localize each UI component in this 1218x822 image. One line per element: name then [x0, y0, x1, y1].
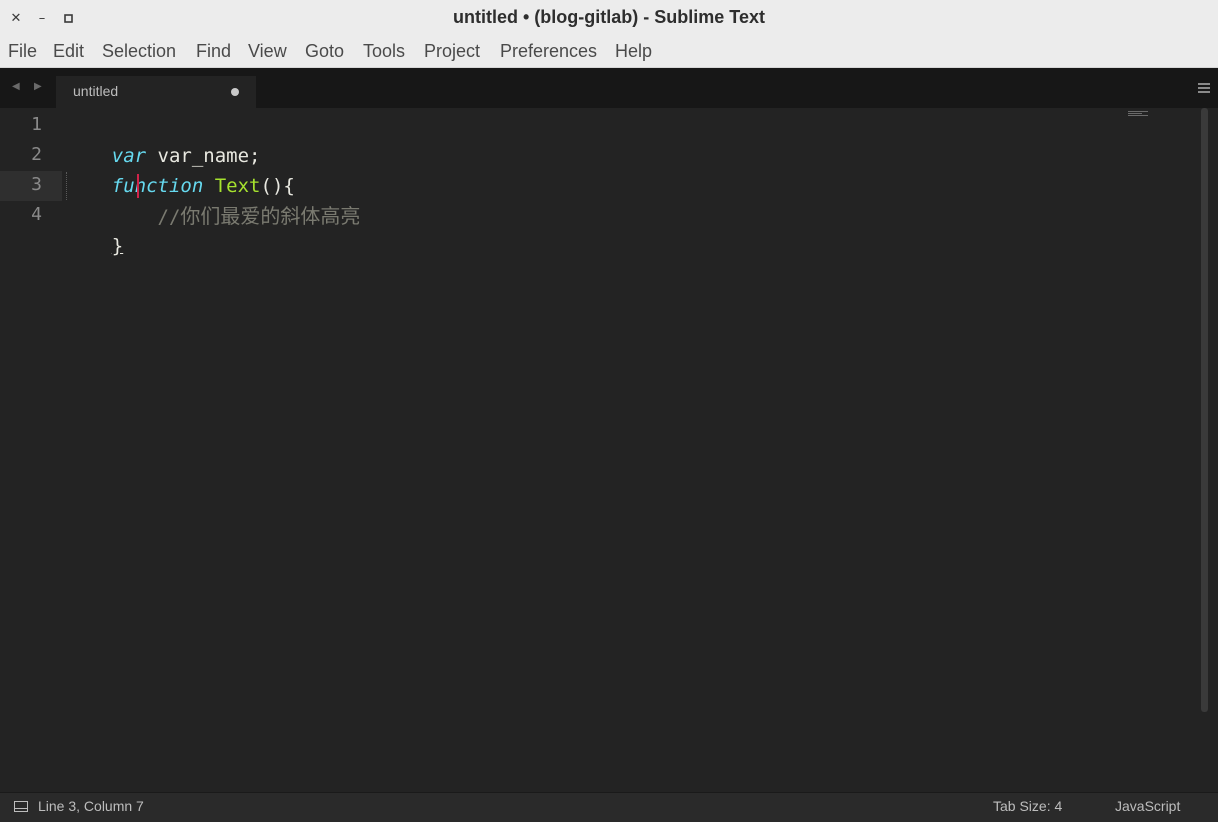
text-cursor [137, 174, 139, 198]
unsaved-dot-icon[interactable] [231, 88, 239, 96]
line-number: 3 [31, 174, 42, 195]
menu-find[interactable]: Find [196, 41, 231, 62]
line-number: 4 [31, 204, 42, 225]
menu-project[interactable]: Project [424, 41, 480, 62]
comment-text-token: 你们最爱的斜体高亮 [180, 204, 361, 228]
cursor-position: Line 3, Column 7 [38, 798, 144, 814]
tab-untitled[interactable]: untitled [56, 76, 256, 108]
code-line-4: } [66, 201, 123, 257]
menu-goto[interactable]: Goto [305, 41, 344, 62]
code-line-2: function Text(){ [66, 141, 295, 197]
tab-prev-icon[interactable]: ◀ [12, 81, 20, 92]
vertical-scrollbar[interactable] [1201, 108, 1208, 712]
panel-toggle-icon[interactable] [14, 801, 28, 812]
menu-edit[interactable]: Edit [53, 41, 84, 62]
line-number: 1 [31, 114, 42, 135]
minimap[interactable] [1128, 111, 1148, 117]
window-title: untitled • (blog-gitlab) - Sublime Text [453, 7, 765, 27]
tab-label: untitled [73, 83, 119, 99]
menu-selection[interactable]: Selection [102, 41, 176, 62]
code-line-1: var var_name; [66, 111, 261, 167]
menu-tools[interactable]: Tools [363, 41, 405, 62]
tab-next-icon[interactable]: ▶ [34, 81, 42, 92]
title-bar: ✕ – untitled • (blog-gitlab) - Sublime T… [0, 0, 1218, 36]
closing-brace-token: } [111, 235, 124, 257]
code-line-3: //你们最爱的斜体高亮 [66, 171, 361, 228]
menu-file[interactable]: File [8, 41, 37, 62]
syntax-selector[interactable]: JavaScript [1115, 798, 1180, 814]
status-bar: Line 3, Column 7 Tab Size: 4 JavaScript [0, 792, 1218, 822]
indent-guide [66, 172, 67, 200]
tab-bar: ◀ ▶ untitled [0, 68, 1218, 108]
menu-bar: File Edit Selection Find View Goto Tools… [0, 36, 1218, 68]
tab-overflow-menu-icon[interactable] [1198, 83, 1210, 95]
tab-size-selector[interactable]: Tab Size: 4 [993, 798, 1062, 814]
menu-help[interactable]: Help [615, 41, 652, 62]
line-number: 2 [31, 144, 42, 165]
menu-view[interactable]: View [248, 41, 287, 62]
menu-preferences[interactable]: Preferences [500, 41, 597, 62]
